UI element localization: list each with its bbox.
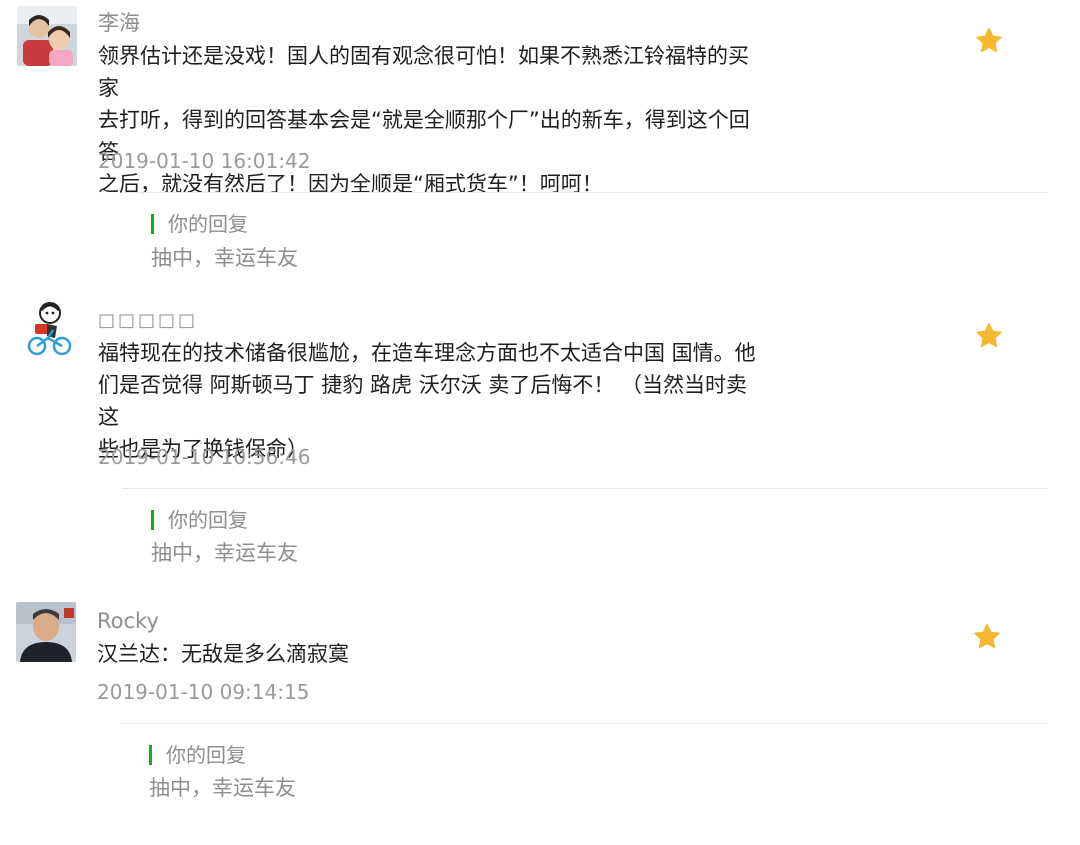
reply-header: 你的回复	[149, 743, 246, 767]
reply-text: 抽中，幸运车友	[149, 776, 296, 800]
avatar-photo-icon	[16, 602, 76, 662]
reply-header: 你的回复	[151, 508, 248, 532]
comment-body: 领界估计还是没戏！国人的固有观念很可怕！如果不熟悉江铃福特的买家 去打听，得到的…	[98, 40, 768, 200]
comment-line: 领界估计还是没戏！国人的固有观念很可怕！如果不熟悉江铃福特的买家	[98, 44, 749, 100]
star-icon[interactable]	[972, 622, 1002, 652]
reply-label: 你的回复	[168, 212, 248, 236]
avatar[interactable]	[17, 6, 77, 66]
comment-nickname: 李海	[98, 11, 140, 35]
comment-line: 福特现在的技术储备很尴尬，在造车理念方面也不太适合中国 国情。他	[98, 341, 756, 365]
reply-label: 你的回复	[166, 743, 246, 767]
comment-line: 汉兰达：无敌是多么滴寂寞	[97, 642, 349, 666]
divider	[122, 488, 1048, 489]
avatar[interactable]	[16, 602, 76, 662]
reply-label: 你的回复	[168, 508, 248, 532]
reply-header: 你的回复	[151, 212, 248, 236]
reply-bar	[151, 510, 154, 530]
reply-bar	[151, 214, 154, 234]
comment-nickname: □□□□□	[98, 310, 199, 331]
comment-body: 汉兰达：无敌是多么滴寂寞	[97, 638, 767, 670]
star-icon[interactable]	[974, 26, 1004, 56]
comment-line: 们是否觉得 阿斯顿马丁 捷豹 路虎 沃尔沃 卖了后悔不！ （当然当时卖这	[98, 373, 748, 429]
reply-text: 抽中，幸运车友	[151, 246, 298, 270]
avatar-photo-icon	[17, 6, 77, 66]
comment-timestamp: 2019-01-10 10:56:46	[98, 445, 311, 469]
divider	[122, 192, 1048, 193]
comment-timestamp: 2019-01-10 16:01:42	[98, 149, 311, 173]
star-icon[interactable]	[974, 321, 1004, 351]
avatar[interactable]	[17, 300, 77, 360]
reply-text: 抽中，幸运车友	[151, 541, 298, 565]
reply-bar	[149, 745, 152, 765]
comment-timestamp: 2019-01-10 09:14:15	[97, 680, 310, 704]
avatar-cartoon-cyclist-icon	[17, 300, 77, 360]
divider	[120, 723, 1048, 724]
comment-nickname: Rocky	[97, 609, 159, 633]
